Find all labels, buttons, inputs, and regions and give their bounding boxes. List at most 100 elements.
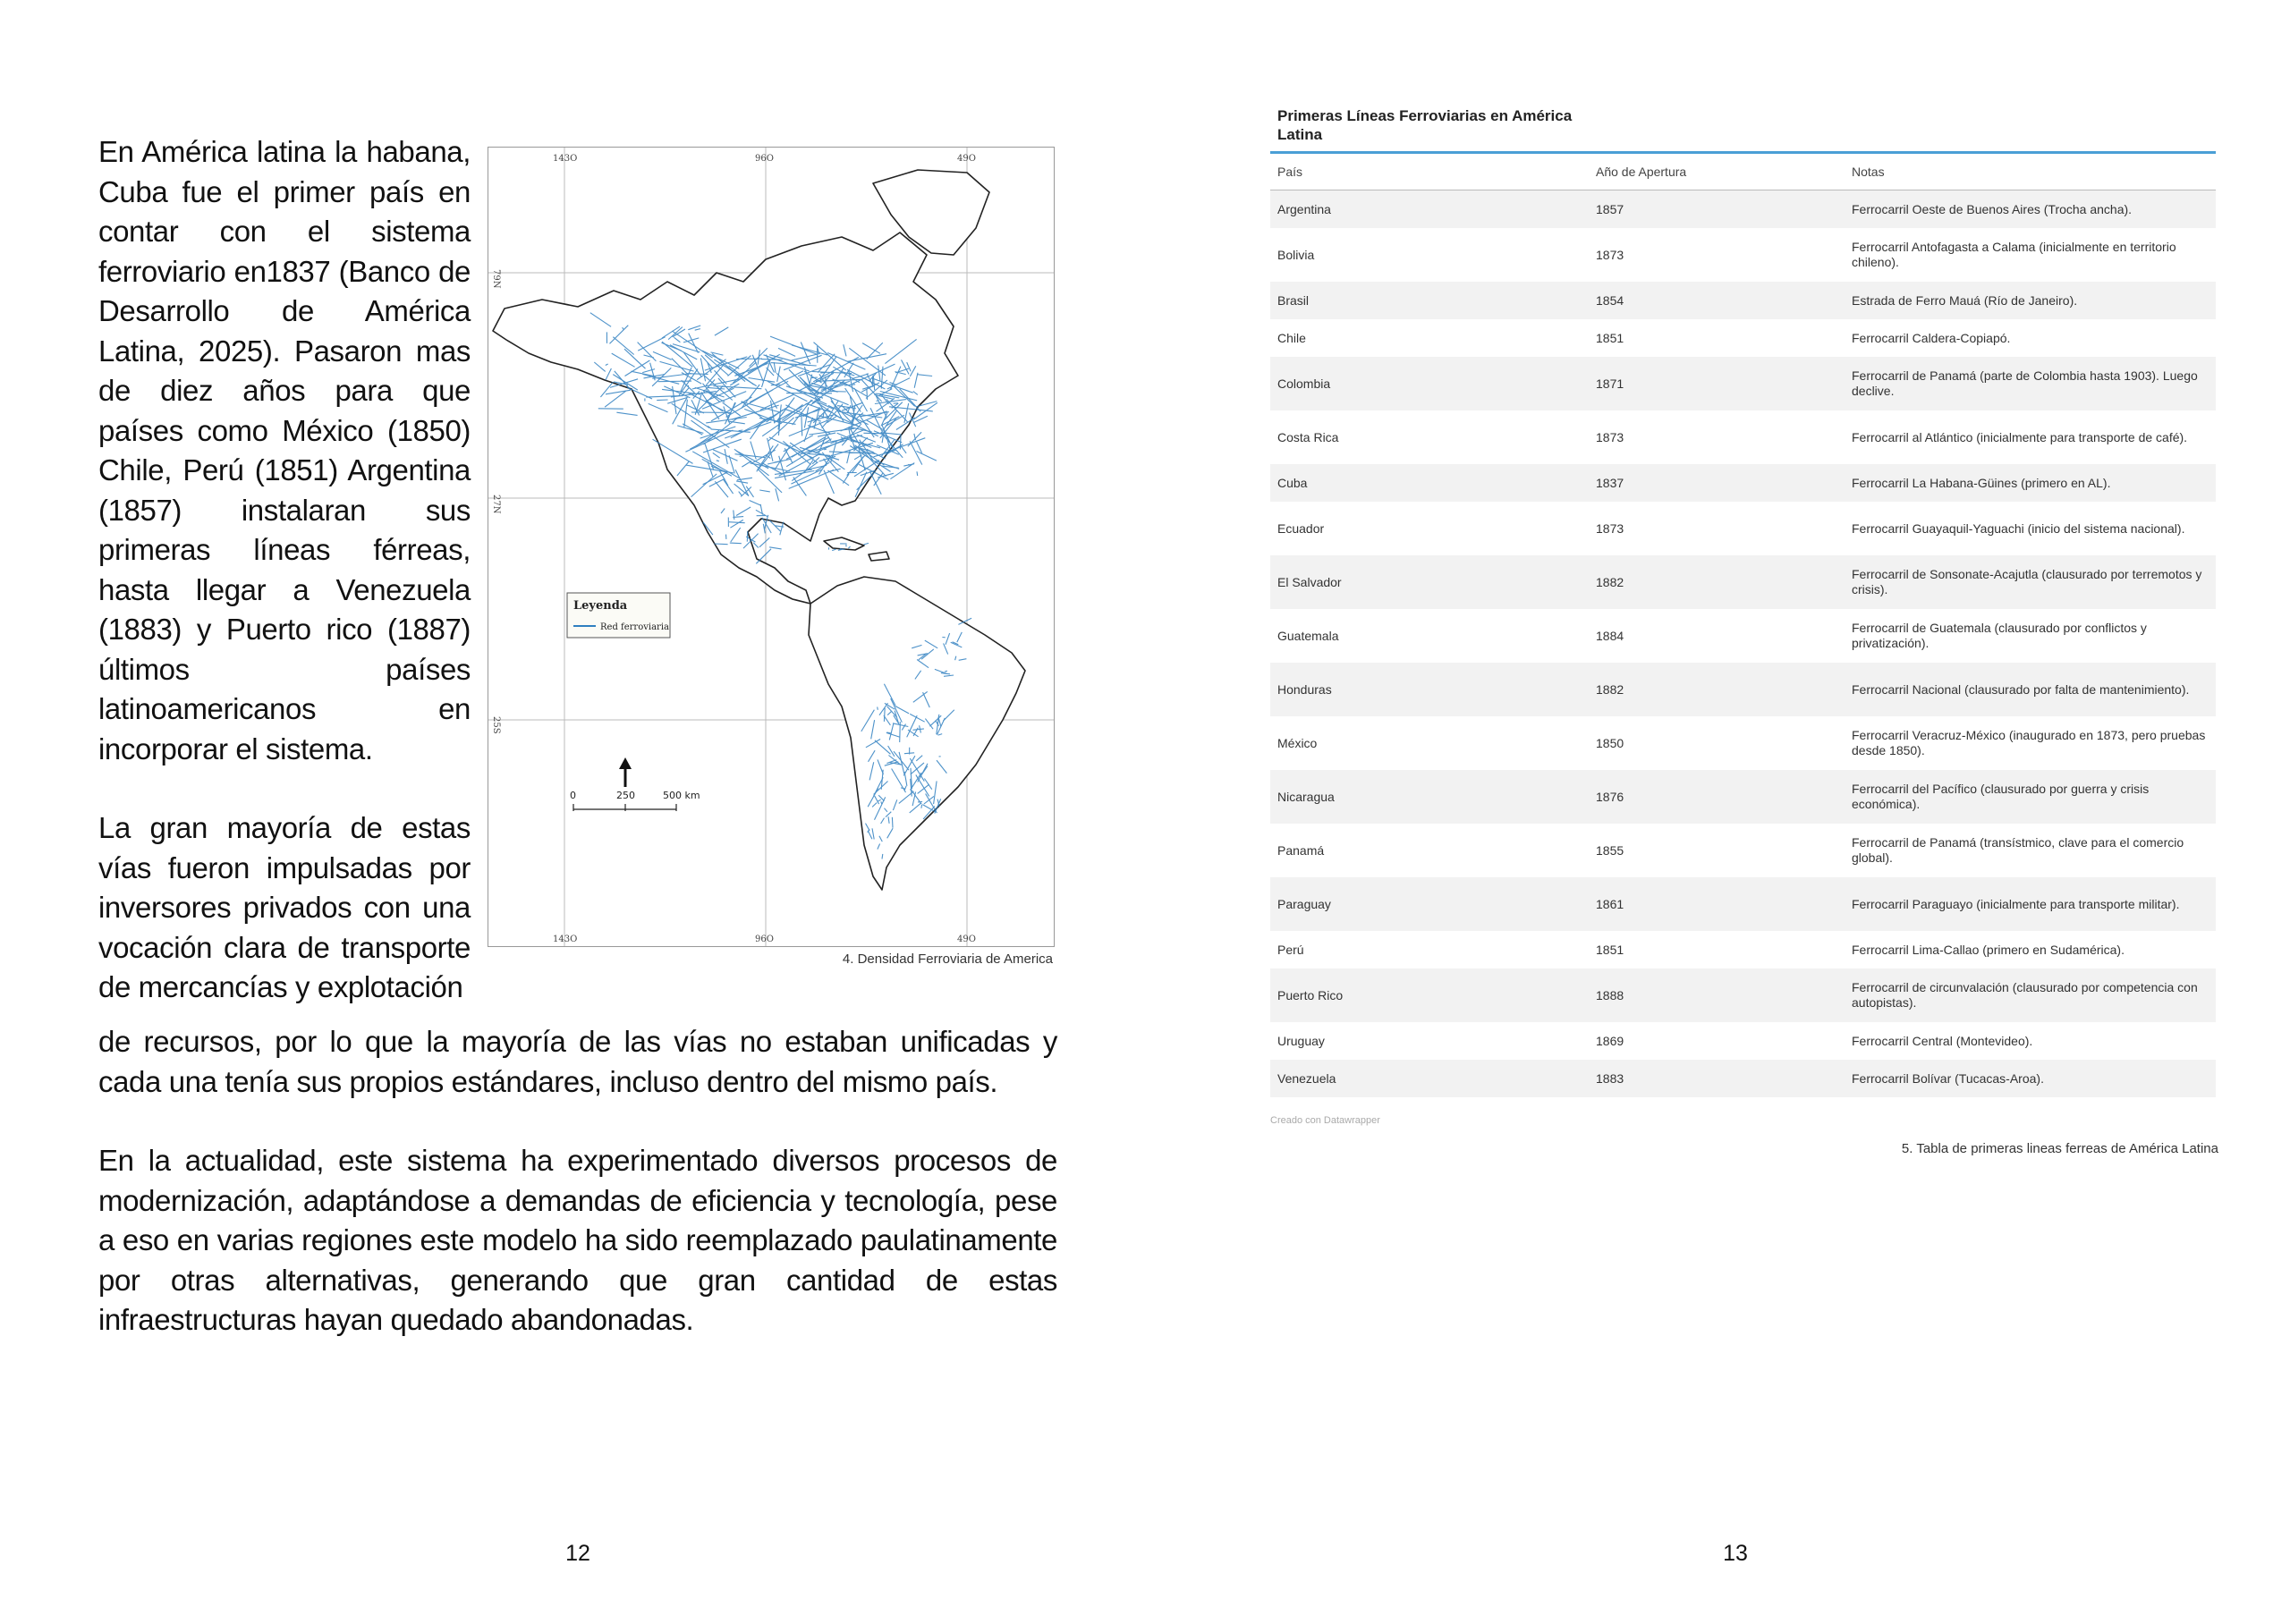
cell-notes: Ferrocarril Paraguayo (inicialmente para… — [1845, 877, 2216, 931]
table-row: Ecuador 1873 Ferrocarril Guayaquil-Yaguach… — [1270, 502, 2216, 555]
scale-label: 500 km — [663, 790, 700, 801]
table-row: Bolivia 1873 Ferrocarril Antofagasta a Cal… — [1270, 228, 2216, 282]
cell-notes: Ferrocarril Antofagasta a Calama (inicia… — [1845, 228, 2216, 282]
cell-country: Guatemala — [1270, 609, 1589, 663]
cell-country: El Salvador — [1270, 555, 1589, 609]
table-row: Colombia 1871 Ferrocarril de Panamá (parte… — [1270, 357, 2216, 410]
railway-segment — [863, 432, 886, 435]
table-header-row: País Año de Apertura Notas — [1270, 154, 2216, 190]
table-row: Venezuela 1883 Ferrocarril Bolívar (Tucaca… — [1270, 1060, 2216, 1097]
cell-country: Paraguay — [1270, 877, 1589, 931]
left-page: En América latina la habana, Cuba fue el… — [0, 0, 1145, 1624]
cell-notes: Ferrocarril de Sonsonate-Acajutla (claus… — [1845, 555, 2216, 609]
map-legend: Leyenda Red ferroviaria — [566, 592, 671, 639]
cell-country: Ecuador — [1270, 502, 1589, 555]
railway-density-map: 143O 96O 49O 143O 96O 49O 79N 27N 25S Le… — [488, 147, 1055, 947]
railway-segment — [899, 435, 902, 450]
cell-country: Chile — [1270, 319, 1589, 357]
railway-segment — [890, 462, 915, 480]
cell-year: 1884 — [1589, 609, 1845, 663]
table-row: Guatemala 1884 Ferrocarril de Guatemala (c… — [1270, 609, 2216, 663]
cell-notes: Ferrocarril Caldera-Copiapó. — [1845, 319, 2216, 357]
cell-country: Nicaragua — [1270, 770, 1589, 824]
railway-segment — [714, 543, 728, 546]
table-row: Uruguay 1869 Ferrocarril Central (Montevid… — [1270, 1022, 2216, 1060]
text-column: En América latina la habana, Cuba fue el… — [98, 132, 471, 1008]
column-header: Año de Apertura — [1589, 154, 1845, 190]
legend-title: Leyenda — [573, 599, 628, 613]
cell-year: 1873 — [1589, 228, 1845, 282]
cell-notes: Ferrocarril del Pacífico (clausurado por… — [1845, 770, 2216, 824]
railway-segment — [824, 448, 827, 451]
north-arrow-icon — [619, 757, 632, 787]
railway-segment — [811, 376, 818, 379]
cell-notes: Ferrocarril al Atlántico (inicialmente p… — [1845, 410, 2216, 464]
cell-notes: Ferrocarril Central (Montevideo). — [1845, 1022, 2216, 1060]
table-row: Honduras 1882 Ferrocarril Nacional (clausu… — [1270, 663, 2216, 716]
cell-year: 1876 — [1589, 770, 1845, 824]
cell-notes: Ferrocarril La Habana-Güines (primero en… — [1845, 464, 2216, 502]
railway-segment — [837, 548, 843, 551]
cell-year: 1873 — [1589, 502, 1845, 555]
cell-year: 1851 — [1589, 319, 1845, 357]
cell-country: Brasil — [1270, 282, 1589, 319]
cell-year: 1837 — [1589, 464, 1845, 502]
table-row: Puerto Rico 1888 Ferrocarril de circunvala… — [1270, 968, 2216, 1022]
cell-notes: Ferrocarril Veracruz-México (inaugurado … — [1845, 716, 2216, 770]
map-coord-label: 25S — [491, 716, 501, 734]
text-full-width: de recursos, por lo que la mayoría de la… — [98, 1022, 1057, 1341]
scale-bar: 0 250 500 km — [570, 790, 700, 811]
map-coord-label: 143O — [553, 154, 577, 164]
table-row: El Salvador 1882 Ferrocarril de Sonsonate-… — [1270, 555, 2216, 609]
railway-segment — [599, 381, 614, 398]
right-page: Primeras Líneas Ferroviarias en América … — [1145, 0, 2290, 1624]
cell-year: 1861 — [1589, 877, 1845, 931]
cell-country: Uruguay — [1270, 1022, 1589, 1060]
railway-segment — [912, 415, 929, 424]
cell-year: 1883 — [1589, 1060, 1845, 1097]
landmass-outlines — [492, 169, 1026, 891]
cell-year: 1873 — [1589, 410, 1845, 464]
railway-segment — [755, 548, 772, 564]
table-row: Chile 1851 Ferrocarril Caldera-Copiapó. — [1270, 319, 2216, 357]
cell-year: 1882 — [1589, 555, 1845, 609]
table-credit: Creado con Datawrapper — [1270, 1115, 1380, 1126]
railway-segment — [616, 411, 638, 416]
railway-segment — [605, 389, 632, 395]
railway-segment — [657, 380, 692, 383]
cell-country: Colombia — [1270, 357, 1589, 410]
railway-segment — [769, 546, 782, 550]
map-canvas: 143O 96O 49O 143O 96O 49O 79N 27N 25S Le… — [488, 148, 1054, 946]
railway-segment — [891, 816, 894, 828]
table-row: Cuba 1837 Ferrocarril La Habana-Güines (pr… — [1270, 464, 2216, 502]
table-row: Nicaragua 1876 Ferrocarril del Pacífico (c… — [1270, 770, 2216, 824]
cell-notes: Ferrocarril Bolívar (Tucacas-Aroa). — [1845, 1060, 2216, 1097]
cell-notes: Ferrocarril de Panamá (transístmico, cla… — [1845, 824, 2216, 877]
railway-segment — [825, 376, 827, 394]
cell-year: 1855 — [1589, 824, 1845, 877]
railway-segment — [729, 542, 742, 545]
cell-year: 1882 — [1589, 663, 1845, 716]
paragraph: de recursos, por lo que la mayoría de la… — [98, 1025, 1057, 1098]
cell-country: Puerto Rico — [1270, 968, 1589, 1022]
table-title: Primeras Líneas Ferroviarias en América … — [1277, 107, 1573, 143]
table-row: Paraguay 1861 Ferrocarril Paraguayo (inici… — [1270, 877, 2216, 931]
cell-country: Bolivia — [1270, 228, 1589, 282]
railway-segment — [759, 537, 770, 548]
cell-year: 1888 — [1589, 968, 1845, 1022]
page-number: 12 — [565, 1541, 590, 1566]
table-row: Perú 1851 Ferrocarril Lima-Callao (primero… — [1270, 931, 2216, 968]
north-america-outline — [492, 232, 959, 605]
map-coord-label: 96O — [755, 935, 774, 944]
south-america-outline — [808, 576, 1026, 891]
legend-item-label: Red ferroviaria — [600, 622, 669, 632]
cell-notes: Ferrocarril Nacional (clausurado por fal… — [1845, 663, 2216, 716]
cell-country: Honduras — [1270, 663, 1589, 716]
map-coord-label: 79N — [491, 269, 501, 289]
cell-notes: Estrada de Ferro Mauá (Río de Janeiro). — [1845, 282, 2216, 319]
railway-segment — [779, 521, 785, 536]
map-coord-label: 49O — [957, 154, 976, 164]
cell-year: 1857 — [1589, 190, 1845, 228]
cell-notes: Ferrocarril Oeste de Buenos Aires (Troch… — [1845, 190, 2216, 228]
railway-segment — [752, 542, 759, 548]
